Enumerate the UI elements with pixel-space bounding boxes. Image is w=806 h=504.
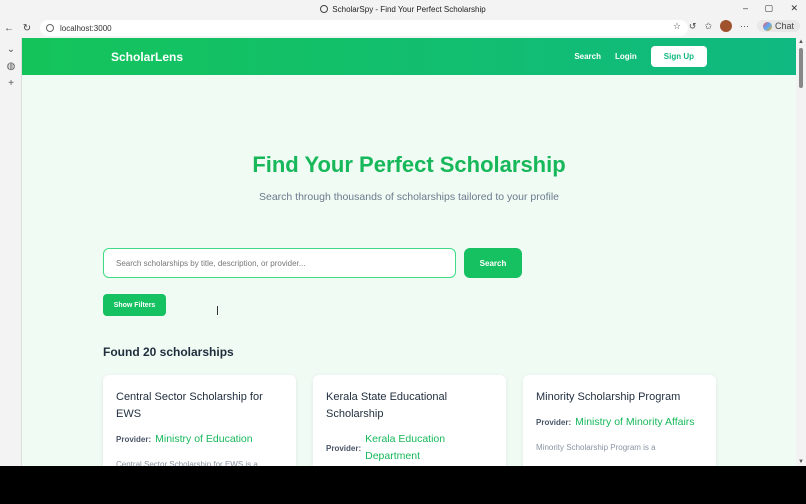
window-title: ScholarSpy - Find Your Perfect Scholarsh… <box>332 4 486 14</box>
hero-title: Find Your Perfect Scholarship <box>252 152 566 177</box>
brand-logo[interactable]: ScholarLens <box>111 50 183 64</box>
favorites-icon[interactable]: ✩ <box>704 21 712 32</box>
globe-icon <box>320 5 329 13</box>
provider-name: Ministry of Minority Affairs <box>575 416 695 428</box>
card-title: Minority Scholarship Program <box>536 391 681 403</box>
globe-tab-icon[interactable]: ◍ <box>0 61 22 72</box>
back-icon[interactable]: ← <box>0 23 18 34</box>
signup-button[interactable]: Sign Up <box>650 46 707 67</box>
provider-name: Kerala Education Department <box>365 433 446 462</box>
restore-icon[interactable]: ▢ <box>764 3 773 14</box>
provider-label: Provider: <box>116 435 152 444</box>
search-input[interactable]: Search scholarships by title, descriptio… <box>103 248 456 278</box>
reload-icon[interactable]: ↻ <box>18 23 36 34</box>
scroll-thumb[interactable] <box>799 48 803 88</box>
nav-login-link[interactable]: Login <box>615 52 637 61</box>
results-count: Found 20 scholarships <box>103 345 234 359</box>
scholarship-card[interactable]: Central Sector Scholarship for EWS Provi… <box>103 375 296 466</box>
page-scrollbar[interactable]: ▲ ▼ <box>796 38 806 466</box>
scroll-up-icon[interactable]: ▲ <box>798 39 804 45</box>
window-title-bar: ScholarSpy - Find Your Perfect Scholarsh… <box>0 0 806 18</box>
scholarship-card[interactable]: Minority Scholarship Program Provider: M… <box>523 375 716 466</box>
favorite-star-icon[interactable]: ☆ <box>673 21 681 32</box>
url-text: localhost:3000 <box>60 23 112 33</box>
add-tab-icon[interactable]: + <box>0 78 22 89</box>
refresh-extension-icon[interactable]: ↺ <box>689 21 697 32</box>
browser-sidebar: ⌄ ◍ + <box>0 38 22 466</box>
card-description: Minority Scholarship Program is a <box>536 443 656 452</box>
show-filters-button[interactable]: Show Filters <box>103 294 166 316</box>
profile-avatar[interactable] <box>719 20 732 32</box>
chevron-down-icon[interactable]: ⌄ <box>0 44 22 55</box>
minimize-icon[interactable]: – <box>743 3 748 13</box>
url-field[interactable]: localhost:3000 <box>40 20 688 36</box>
provider-name: Ministry of Education <box>155 433 253 445</box>
card-description: Central Sector Scholarship for EWS is a … <box>116 460 258 466</box>
provider-label: Provider: <box>326 443 362 453</box>
address-bar: ← ↻ localhost:3000 ☆ ↺ ✩ ··· Chat <box>0 18 806 38</box>
card-title: Kerala State Educational Scholarship <box>326 391 448 420</box>
chat-label: Chat <box>774 21 794 31</box>
info-icon[interactable] <box>46 24 54 32</box>
scroll-down-icon[interactable]: ▼ <box>798 459 804 465</box>
hero-subtitle: Search through thousands of scholarships… <box>258 191 559 203</box>
provider-label: Provider: <box>536 418 572 427</box>
close-icon[interactable]: ✕ <box>790 3 798 14</box>
browser-tools: ☆ ↺ ✩ ··· Chat <box>673 20 800 32</box>
chat-button[interactable]: Chat <box>756 20 800 32</box>
search-button[interactable]: Search <box>464 248 522 278</box>
copilot-icon <box>762 21 772 31</box>
site-navbar: ScholarLens Search Login Sign Up <box>22 38 796 75</box>
page: ScholarLens Search Login Sign Up Find Yo… <box>22 38 796 466</box>
nav-search-link[interactable]: Search <box>574 52 601 61</box>
text-cursor <box>217 306 219 315</box>
scholarship-card[interactable]: Kerala State Educational Scholarship Pro… <box>313 375 506 466</box>
more-icon[interactable]: ··· <box>740 21 749 31</box>
card-title: Central Sector Scholarship for EWS <box>116 391 263 420</box>
